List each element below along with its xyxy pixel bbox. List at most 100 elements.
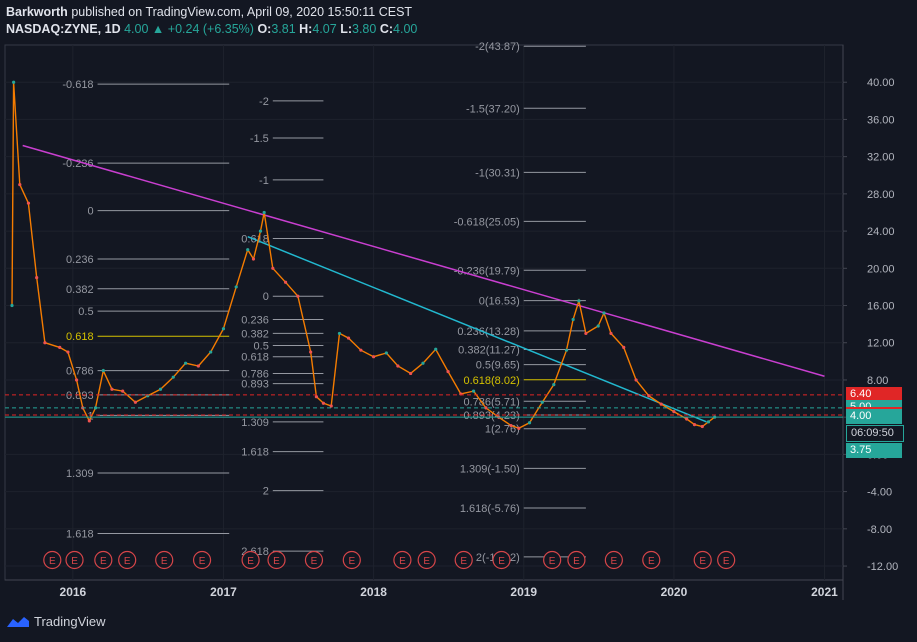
price-point: [43, 341, 47, 345]
price-point: [110, 387, 114, 391]
price-point: [337, 331, 342, 336]
price-tag: 4.00: [846, 409, 902, 425]
price-point: [296, 294, 300, 298]
fib-level-label: -1.5: [250, 133, 269, 145]
fib-level-label: 0: [87, 206, 93, 218]
price-point: [409, 371, 413, 376]
price-point: [509, 423, 513, 428]
price-tick-label: 8.00: [867, 375, 888, 387]
price-point: [540, 400, 544, 404]
earnings-label: E: [311, 556, 318, 567]
price-point: [35, 276, 39, 280]
price-point: [10, 303, 14, 308]
fib-level-label: 1.309: [241, 417, 269, 429]
fib-level-label: 0.618(8.02): [463, 375, 519, 387]
price-point: [564, 348, 569, 352]
earnings-label: E: [399, 556, 406, 567]
fib-level-label: 0.786(5.71): [463, 396, 519, 408]
price-point: [234, 285, 238, 289]
price-point: [672, 409, 676, 414]
price-point: [12, 80, 16, 84]
price-line: [11, 82, 716, 430]
price-axis[interactable]: 40.00 36.00 32.00 28.00 24.00 20.00 16.00 12.00…: [843, 77, 898, 573]
price-point: [552, 383, 556, 387]
time-axis[interactable]: 2016 2017 2018 2019 2020 2021: [60, 585, 839, 599]
price-point: [421, 361, 425, 365]
tradingview-brand[interactable]: TradingView: [6, 614, 106, 629]
earnings-label: E: [549, 556, 556, 567]
price-point: [571, 317, 575, 322]
time-tick-label: 2016: [60, 585, 87, 599]
price-point: [101, 369, 105, 373]
price-point: [283, 280, 288, 284]
earnings-label: E: [124, 556, 131, 567]
price-point: [692, 423, 697, 427]
earnings-label: E: [161, 556, 168, 567]
fib-level-label: 0(16.53): [479, 296, 520, 308]
price-point: [396, 364, 400, 368]
earnings-label: E: [423, 556, 430, 567]
fib-level-label: 0.236(13.28): [457, 326, 519, 338]
time-tick-label: 2020: [661, 585, 688, 599]
price-point: [446, 369, 450, 374]
price-tick-label: 24.00: [867, 226, 895, 238]
price-point: [251, 257, 256, 261]
earnings-label: E: [723, 556, 730, 567]
price-point: [158, 387, 163, 391]
earnings-label: E: [699, 556, 706, 567]
price-point: [602, 311, 606, 315]
fib-level-label: -1(30.31): [475, 167, 520, 179]
price-point: [596, 324, 600, 328]
price-tag: 3.75: [846, 443, 902, 459]
price-point: [171, 375, 175, 379]
price-tick-label: 40.00: [867, 77, 895, 89]
price-point: [359, 348, 363, 352]
price-point: [209, 350, 213, 354]
price-point: [314, 395, 319, 399]
earnings-label: E: [100, 556, 107, 567]
price-chart[interactable]: -0.618-0.23600.2360.3820.50.6180.7860.89…: [0, 0, 917, 642]
fib-level-label: 0.382: [241, 328, 269, 340]
price-point: [609, 331, 613, 336]
fib-level-label: 0.236: [241, 314, 269, 326]
fib-level-label: 1.309(-1.50): [460, 463, 520, 475]
time-tick-label: 2019: [510, 585, 537, 599]
earnings-label: E: [71, 556, 78, 567]
price-point: [18, 182, 22, 187]
earnings-label: E: [648, 556, 655, 567]
price-point: [700, 424, 704, 429]
plot-frame: [4, 44, 844, 581]
earnings-label: E: [460, 556, 467, 567]
fib-level-label: 0.382(11.27): [458, 345, 520, 357]
price-point: [372, 355, 376, 359]
fib-level-label: 1.309: [66, 468, 94, 480]
fib-level-label: 0.382: [66, 284, 94, 296]
price-point: [196, 364, 200, 368]
price-tick-label: 36.00: [867, 114, 895, 126]
fib-level-label: 0: [263, 291, 269, 303]
fib-level-label: -2: [259, 96, 269, 108]
fib-level-label: 0.618: [241, 352, 269, 364]
earnings-label: E: [573, 556, 580, 567]
fib-level-label: 1.618: [241, 447, 269, 459]
price-point: [329, 404, 333, 408]
price-point: [321, 401, 326, 405]
fib-level-label: -0.618: [62, 79, 93, 91]
grid: [5, 45, 843, 580]
time-tick-label: 2021: [811, 585, 838, 599]
fib-level-label: 0.893: [241, 379, 269, 391]
fib-level-label: 2: [263, 486, 269, 498]
price-tick-label: 16.00: [867, 301, 895, 313]
fib-level-label: -1: [259, 175, 269, 187]
fib-level-label: -1.5(37.20): [466, 103, 520, 115]
price-point: [659, 402, 663, 406]
fib-level-label: -0.618(25.05): [454, 216, 520, 228]
price-point: [622, 345, 626, 349]
tradingview-logo-icon: [7, 616, 29, 627]
price-point: [434, 347, 438, 351]
price-point: [471, 389, 476, 393]
price-point: [258, 229, 263, 233]
price-point: [706, 420, 711, 424]
fib-level-label: 0.5: [78, 306, 93, 318]
price-series: [10, 80, 717, 430]
